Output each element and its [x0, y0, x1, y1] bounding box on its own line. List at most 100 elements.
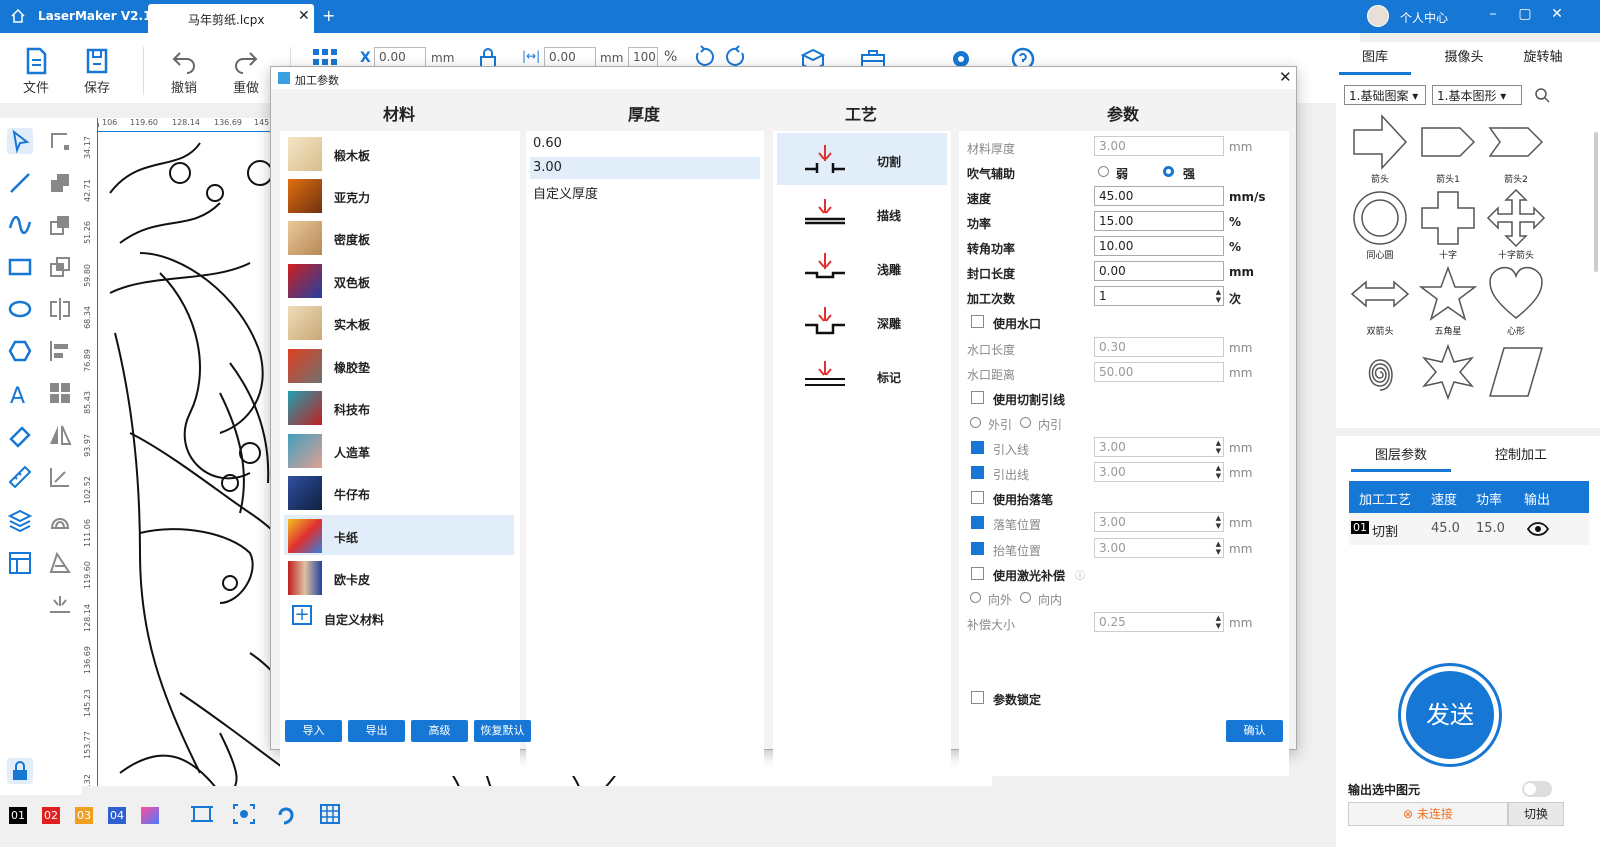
list-item[interactable]: 3.00 — [530, 157, 760, 179]
advanced-button[interactable]: 高级 — [411, 720, 468, 742]
pen-up-checkbox[interactable] — [971, 542, 984, 555]
lead-out-stepper[interactable]: 3.00 ▲ ▼ — [1094, 462, 1224, 482]
tab-rotary[interactable]: 旋转轴 — [1508, 46, 1578, 65]
air-strong-radio[interactable] — [1163, 166, 1174, 177]
shape-six-star[interactable] — [1414, 342, 1482, 404]
undo-button[interactable]: 撤销 — [164, 47, 204, 96]
lead-out-checkbox[interactable] — [971, 466, 984, 479]
thickness-input[interactable]: 3.00 — [1094, 136, 1224, 156]
arrange-grid-icon[interactable] — [47, 380, 73, 406]
custom-thickness-item[interactable]: 自定义厚度 — [530, 180, 760, 202]
send-button[interactable]: 发送 — [1398, 663, 1502, 767]
list-item[interactable]: 牛仔布 — [284, 472, 514, 512]
align-left-icon[interactable] — [47, 338, 73, 364]
corner-power-input[interactable]: 10.00 — [1094, 236, 1224, 256]
shape-arrow1[interactable]: 箭头1 — [1414, 112, 1482, 185]
list-item[interactable]: 描线 — [777, 187, 947, 239]
list-item[interactable]: 欧卡皮 — [284, 557, 514, 597]
ruler-icon[interactable] — [7, 464, 33, 490]
stepper-arrows-icon[interactable]: ▲ ▼ — [1216, 614, 1221, 630]
lead-inner-radio[interactable] — [1020, 417, 1031, 428]
polygon-tool-icon[interactable] — [7, 338, 33, 364]
library-scrollbar[interactable] — [1594, 132, 1598, 272]
comp-out-radio[interactable] — [970, 592, 981, 603]
stepper-arrows-icon[interactable]: ▲ ▼ — [1216, 464, 1221, 480]
ellipse-tool-icon[interactable] — [7, 296, 33, 322]
line-tool-icon[interactable] — [7, 170, 33, 196]
export-button[interactable]: 导出 — [348, 720, 405, 742]
list-item[interactable]: 橡胶垫 — [284, 345, 514, 385]
layer-chip-04[interactable]: 04 — [108, 807, 126, 824]
file-button[interactable]: 文件 — [16, 47, 56, 96]
stepper-arrows-icon[interactable]: ▲ ▼ — [1216, 439, 1221, 455]
shape-cross[interactable]: 十字 — [1414, 188, 1482, 261]
list-item[interactable]: 双色板 — [284, 260, 514, 300]
grid-toggle-icon[interactable] — [318, 803, 342, 825]
shape-spiral[interactable] — [1346, 342, 1414, 404]
maximize-icon[interactable]: ▢ — [1515, 6, 1535, 22]
use-compensation-checkbox[interactable] — [971, 567, 984, 580]
focus-icon[interactable] — [232, 803, 256, 825]
stepper-arrows-icon[interactable]: ▲ ▼ — [1216, 540, 1221, 556]
tab-length-input[interactable]: 0.30 — [1094, 337, 1224, 357]
import-button[interactable]: 导入 — [285, 720, 342, 742]
output-selected-toggle[interactable] — [1522, 781, 1552, 797]
shape-heart[interactable]: 心形 — [1482, 264, 1550, 337]
tab-camera[interactable]: 摄像头 — [1429, 46, 1499, 65]
shape-parallelogram[interactable] — [1482, 342, 1550, 404]
list-item[interactable]: 深雕 — [777, 295, 947, 347]
list-item[interactable]: 密度板 — [284, 217, 514, 257]
fit-frame-icon[interactable] — [190, 803, 214, 825]
list-item[interactable]: 科技布 — [284, 387, 514, 427]
tab-layer-params[interactable]: 图层参数 — [1351, 444, 1451, 472]
user-center-link[interactable]: 个人中心 — [1400, 9, 1448, 26]
union-icon[interactable] — [47, 170, 73, 196]
scale-input[interactable]: 100 — [628, 47, 658, 67]
layer-chip-01[interactable]: 01 — [9, 807, 27, 824]
shape-star[interactable]: 五角星 — [1414, 264, 1482, 337]
speed-input[interactable]: 45.00 — [1094, 186, 1224, 206]
redo-button[interactable]: 重做 — [226, 47, 266, 96]
shape-arrow[interactable]: 箭头 — [1346, 112, 1414, 185]
air-weak-radio[interactable] — [1098, 166, 1109, 177]
lead-outer-radio[interactable] — [970, 417, 981, 428]
layer-chip-gradient[interactable] — [141, 807, 159, 824]
eraser-icon[interactable] — [7, 422, 33, 448]
shape-double-arrow[interactable]: 双箭头 — [1346, 264, 1414, 337]
eye-visibility-icon[interactable] — [1527, 521, 1549, 537]
close-window-icon[interactable]: ✕ — [1547, 6, 1567, 22]
list-item[interactable]: 浅雕 — [777, 241, 947, 293]
measure-icon[interactable] — [47, 464, 73, 490]
connection-status[interactable]: ⊗ 未连接 — [1348, 802, 1508, 826]
avatar[interactable] — [1367, 5, 1389, 27]
list-item[interactable]: 切割 — [777, 133, 947, 185]
use-pen-checkbox[interactable] — [971, 491, 984, 504]
list-item[interactable]: 椴木板 — [284, 133, 514, 173]
list-item[interactable]: 亚克力 — [284, 175, 514, 215]
stepper-arrows-icon[interactable]: ▲ ▼ — [1216, 288, 1221, 304]
layers-icon[interactable] — [7, 508, 33, 534]
list-item[interactable]: 标记 — [777, 349, 947, 401]
reset-default-button[interactable]: 恢复默认 — [474, 720, 531, 742]
power-input[interactable]: 15.00 — [1094, 211, 1224, 231]
list-item[interactable]: 人造革 — [284, 430, 514, 470]
shape-concentric[interactable]: 同心圆 — [1346, 188, 1414, 261]
intersect-icon[interactable] — [47, 254, 73, 280]
close-tab-icon[interactable]: ✕ — [298, 8, 310, 24]
comp-size-stepper[interactable]: 0.25 ▲ ▼ — [1094, 612, 1224, 632]
lead-in-stepper[interactable]: 3.00 ▲ ▼ — [1094, 437, 1224, 457]
tab-distance-input[interactable]: 50.00 — [1094, 362, 1224, 382]
subcategory-select[interactable]: 1.基本图形 ▾ — [1432, 85, 1522, 105]
document-tab[interactable]: 马年剪纸.lcpx ✕ — [148, 4, 314, 33]
text-tool-icon[interactable]: A — [10, 384, 36, 410]
offset-icon[interactable] — [47, 508, 73, 534]
tab-control[interactable]: 控制加工 — [1471, 444, 1571, 463]
passes-stepper[interactable]: 1 ▲ ▼ — [1094, 286, 1224, 306]
rectangle-tool-icon[interactable] — [7, 254, 33, 280]
canvas-lock-icon[interactable] — [7, 758, 33, 784]
layout-icon[interactable] — [7, 550, 33, 576]
minimize-icon[interactable]: – — [1483, 6, 1503, 22]
x-input[interactable]: 0.00 — [374, 47, 426, 67]
shape-cross-arrow[interactable]: 十字箭头 — [1482, 188, 1550, 261]
select-arrow-icon[interactable] — [7, 128, 33, 154]
